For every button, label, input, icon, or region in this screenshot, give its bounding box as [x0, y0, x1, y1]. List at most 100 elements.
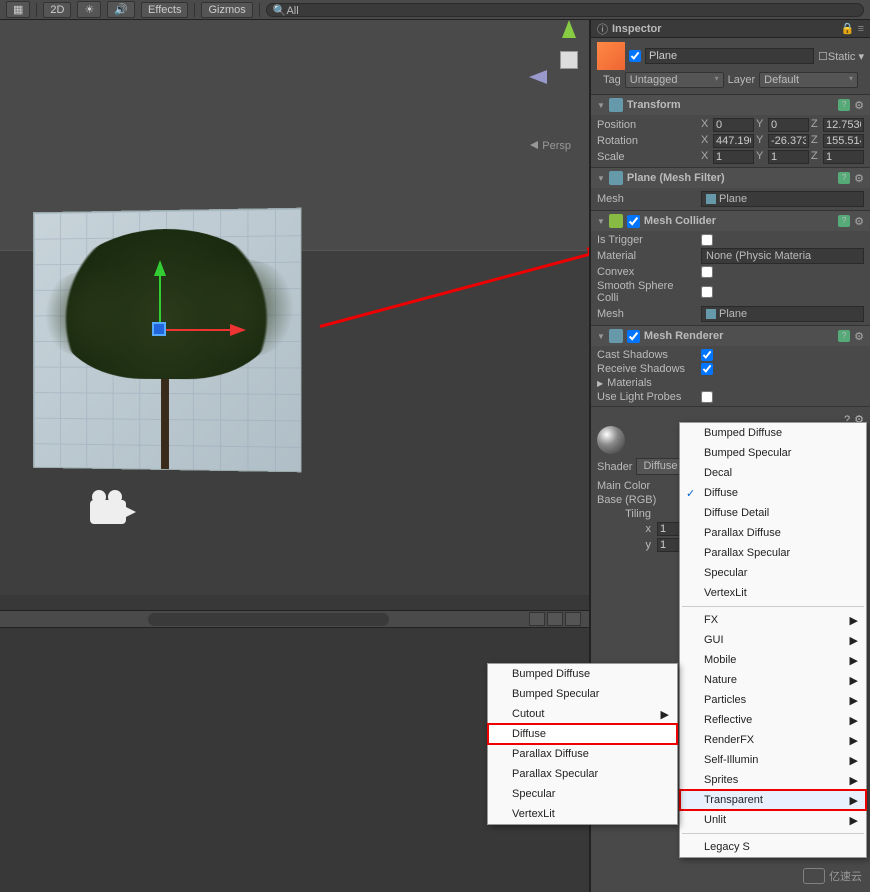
- filter-label-icon[interactable]: [529, 612, 545, 626]
- shader-menu-item[interactable]: Legacy S: [680, 837, 866, 857]
- shader-menu-item[interactable]: Sprites▶: [680, 770, 866, 790]
- shader-submenu-item[interactable]: Parallax Specular: [488, 764, 677, 784]
- projection-label[interactable]: Persp: [530, 140, 571, 152]
- scale-z-field[interactable]: [823, 150, 864, 164]
- shader-menu-item[interactable]: Diffuse✓: [680, 483, 866, 503]
- shader-menu-item[interactable]: Mobile▶: [680, 650, 866, 670]
- renderer-enabled-checkbox[interactable]: [627, 330, 640, 343]
- shader-menu-item[interactable]: Self-Illumin▶: [680, 750, 866, 770]
- audio-toggle[interactable]: 🔊: [107, 1, 135, 18]
- scale-y-field[interactable]: [768, 150, 809, 164]
- castshadows-checkbox[interactable]: [701, 349, 713, 361]
- shader-menu-item[interactable]: Parallax Diffuse: [680, 523, 866, 543]
- shader-submenu-item[interactable]: Parallax Diffuse: [488, 744, 677, 764]
- shader-menu-item[interactable]: Parallax Specular: [680, 543, 866, 563]
- shader-menu-item[interactable]: Bumped Specular: [680, 443, 866, 463]
- collider-enabled-checkbox[interactable]: [627, 215, 640, 228]
- shader-menu: Bumped DiffuseBumped SpecularDecalDiffus…: [679, 422, 867, 858]
- scale-x-field[interactable]: [713, 150, 754, 164]
- shader-menu-item[interactable]: Specular: [680, 563, 866, 583]
- help-icon[interactable]: ?: [838, 172, 850, 184]
- lightprobes-checkbox[interactable]: [701, 391, 713, 403]
- filter-type-icon[interactable]: [547, 612, 563, 626]
- gear-icon[interactable]: ⚙: [854, 99, 864, 112]
- mesh-renderer-component: ▼Mesh Renderer?⚙ Cast Shadows Receive Sh…: [591, 325, 870, 406]
- convex-checkbox[interactable]: [701, 266, 713, 278]
- 2d-toggle[interactable]: 2D: [43, 2, 71, 18]
- shaded-mode-button[interactable]: ▦: [6, 1, 30, 18]
- shader-submenu-item[interactable]: Bumped Diffuse: [488, 664, 677, 684]
- smooth-checkbox[interactable]: [701, 286, 713, 298]
- watermark: 亿速云: [803, 868, 862, 884]
- selected-plane-object[interactable]: [33, 208, 302, 473]
- rot-y-field[interactable]: [768, 134, 809, 148]
- gameobject-icon[interactable]: [597, 42, 625, 70]
- shader-submenu-item[interactable]: Cutout▶: [488, 704, 677, 724]
- scene-search-input[interactable]: 🔍All: [266, 3, 864, 17]
- light-toggle[interactable]: ☀: [77, 1, 101, 18]
- object-header: ☐Static ▾ Tag Untagged Layer Default: [591, 38, 870, 94]
- mesh-field[interactable]: Plane: [701, 191, 864, 207]
- shader-submenu: Bumped DiffuseBumped SpecularCutout▶Diff…: [487, 663, 678, 825]
- tag-dropdown[interactable]: Untagged: [625, 72, 724, 88]
- shader-menu-item[interactable]: Bumped Diffuse: [680, 423, 866, 443]
- meshfilter-icon: [609, 171, 623, 185]
- pos-x-field[interactable]: [713, 118, 754, 132]
- layer-dropdown[interactable]: Default: [759, 72, 858, 88]
- project-search-bar: [0, 610, 589, 628]
- help-icon[interactable]: ?: [838, 330, 850, 342]
- transform-component: ▼Transform?⚙ PositionXYZ RotationXYZ Sca…: [591, 94, 870, 167]
- static-dropdown[interactable]: ☐Static ▾: [818, 50, 864, 63]
- physmat-field[interactable]: None (Physic Materia: [701, 248, 864, 264]
- tiling-label: Tiling: [597, 508, 657, 520]
- shader-menu-item[interactable]: RenderFX▶: [680, 730, 866, 750]
- pos-y-field[interactable]: [768, 118, 809, 132]
- recvshadows-checkbox[interactable]: [701, 363, 713, 375]
- shader-label: Shader: [597, 461, 632, 473]
- shader-menu-item[interactable]: Reflective▶: [680, 710, 866, 730]
- mesh-filter-component: ▼Plane (Mesh Filter)?⚙ MeshPlane: [591, 167, 870, 210]
- filter-save-icon[interactable]: [565, 612, 581, 626]
- gear-icon[interactable]: ⚙: [854, 215, 864, 228]
- gear-icon[interactable]: ⚙: [854, 330, 864, 343]
- help-icon[interactable]: ?: [838, 99, 850, 111]
- tag-label: Tag: [603, 74, 621, 86]
- shader-menu-item[interactable]: Transparent▶: [680, 790, 866, 810]
- material-preview-icon[interactable]: [597, 426, 625, 454]
- shader-menu-item[interactable]: Unlit▶: [680, 810, 866, 830]
- shader-menu-item[interactable]: Particles▶: [680, 690, 866, 710]
- inspector-tab[interactable]: ⓘ Inspector 🔒 ≡: [591, 20, 870, 38]
- shader-menu-item[interactable]: GUI▶: [680, 630, 866, 650]
- shader-submenu-item[interactable]: Diffuse: [488, 724, 677, 744]
- scene-toolbar: ▦ 2D ☀ 🔊 Effects Gizmos 🔍All: [0, 0, 870, 20]
- gizmos-dropdown[interactable]: Gizmos: [201, 2, 252, 18]
- shader-menu-item[interactable]: Decal: [680, 463, 866, 483]
- istrigger-checkbox[interactable]: [701, 234, 713, 246]
- active-checkbox[interactable]: [629, 50, 641, 62]
- tree-texture: [161, 349, 169, 469]
- shader-menu-item[interactable]: VertexLit: [680, 583, 866, 603]
- scene-viewport[interactable]: y x Persp: [0, 20, 589, 595]
- shader-menu-item[interactable]: Diffuse Detail: [680, 503, 866, 523]
- mesh-collider-component: ▼Mesh Collider?⚙ Is Trigger MaterialNone…: [591, 210, 870, 325]
- shader-submenu-item[interactable]: VertexLit: [488, 804, 677, 824]
- shader-submenu-item[interactable]: Bumped Specular: [488, 684, 677, 704]
- pos-z-field[interactable]: [823, 118, 864, 132]
- lock-icon[interactable]: 🔒 ≡: [841, 22, 864, 35]
- object-name-field[interactable]: [645, 48, 814, 64]
- help-icon[interactable]: ?: [838, 215, 850, 227]
- transform-icon: [609, 98, 623, 112]
- shader-menu-item[interactable]: Nature▶: [680, 670, 866, 690]
- shader-menu-item[interactable]: FX▶: [680, 610, 866, 630]
- info-icon: ⓘ: [597, 21, 608, 37]
- effects-dropdown[interactable]: Effects: [141, 2, 188, 18]
- camera-gizmo-icon[interactable]: [90, 500, 126, 524]
- rot-z-field[interactable]: [823, 134, 864, 148]
- shader-submenu-item[interactable]: Specular: [488, 784, 677, 804]
- layer-label: Layer: [728, 74, 756, 86]
- materials-foldout[interactable]: Materials: [607, 377, 707, 389]
- gear-icon[interactable]: ⚙: [854, 172, 864, 185]
- rot-x-field[interactable]: [713, 134, 754, 148]
- collider-mesh-field[interactable]: Plane: [701, 306, 864, 322]
- project-search-input[interactable]: [148, 613, 389, 626]
